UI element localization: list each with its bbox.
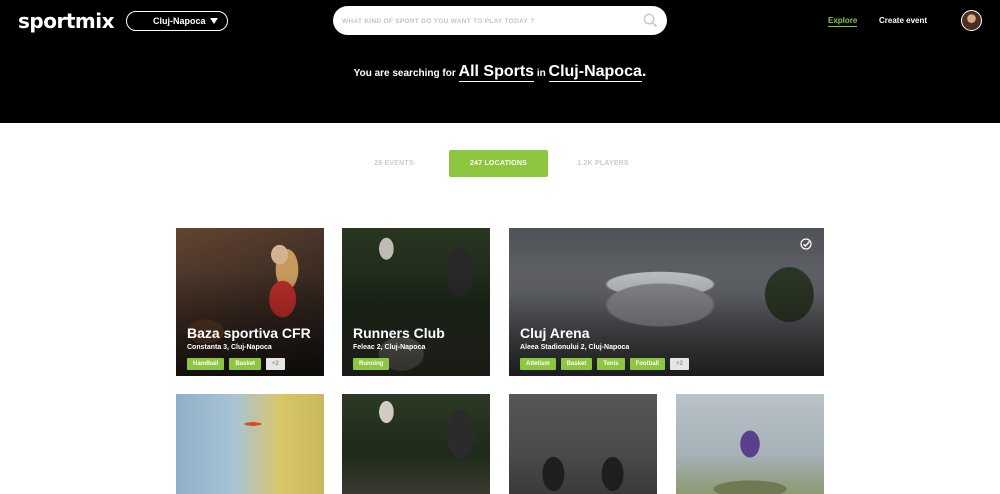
more-tags-badge[interactable]: +2 xyxy=(669,358,689,370)
card-photo xyxy=(342,394,490,494)
tab-locations[interactable]: 247 LOCATIONS xyxy=(449,150,548,177)
location-card[interactable]: Runners Club Feleac 2, Cluj-Napoca Runni… xyxy=(342,228,490,376)
card-photo xyxy=(176,394,324,494)
city-select-label: Cluj-Napoca xyxy=(153,16,206,26)
card-photo xyxy=(676,394,824,494)
sport-tag[interactable]: Tenis xyxy=(597,358,625,370)
check-circle-icon[interactable] xyxy=(800,238,812,250)
card-photo xyxy=(509,394,657,494)
card-address: Aleea Stadionului 2, Cluj-Napoca xyxy=(520,344,630,351)
location-card[interactable] xyxy=(676,394,824,494)
search-summary-in: in xyxy=(536,68,546,79)
sport-tag[interactable]: Handball xyxy=(187,358,225,370)
card-title: Runners Club xyxy=(353,325,445,341)
card-tags: Running xyxy=(353,358,390,370)
search-input[interactable] xyxy=(342,14,632,28)
tab-players[interactable]: 1.2K PLAYERS xyxy=(570,150,636,177)
card-title: Cluj Arena xyxy=(520,325,590,341)
location-card[interactable]: Cluj Arena Aleea Stadionului 2, Cluj-Nap… xyxy=(509,228,824,376)
card-tags: Handball Basket +2 xyxy=(187,358,285,370)
location-card[interactable]: Baza sportiva CFR Constanta 3, Cluj-Napo… xyxy=(176,228,324,376)
search-summary: You are searching for All Sports in Cluj… xyxy=(0,63,1000,82)
logo[interactable]: sportmix xyxy=(18,9,114,33)
card-overlay xyxy=(342,228,490,376)
card-overlay xyxy=(509,228,824,376)
avatar[interactable] xyxy=(961,10,982,31)
search-summary-prefix: You are searching for xyxy=(353,68,456,79)
sport-filter-link[interactable]: All Sports xyxy=(458,63,535,82)
sport-tag[interactable]: Basket xyxy=(229,358,262,370)
card-address: Feleac 2, Cluj-Napoca xyxy=(353,344,426,351)
nav-create-event[interactable]: Create event xyxy=(879,16,927,25)
card-address: Constanta 3, Cluj-Napoca xyxy=(187,344,272,351)
result-tabs: 26 EVENTS 247 LOCATIONS 1.2K PLAYERS xyxy=(0,150,1000,178)
search-summary-suffix: . xyxy=(641,63,647,80)
more-tags-badge[interactable]: +2 xyxy=(266,358,285,370)
card-tags: Atletism Basket Tenis Football +2 xyxy=(520,358,689,370)
card-overlay xyxy=(176,228,324,376)
city-filter-link[interactable]: Cluj-Napoca xyxy=(548,63,642,82)
sport-tag[interactable]: Running xyxy=(353,358,390,370)
tab-events[interactable]: 26 EVENTS xyxy=(362,150,426,177)
chevron-down-icon xyxy=(210,18,218,24)
top-bar: sportmix Cluj-Napoca Explore Create even… xyxy=(0,0,1000,123)
city-select[interactable]: Cluj-Napoca xyxy=(126,11,228,31)
sport-tag[interactable]: Basket xyxy=(560,358,593,370)
search-icon[interactable] xyxy=(643,13,658,28)
card-title: Baza sportiva CFR xyxy=(187,325,311,341)
search-box xyxy=(333,6,667,35)
location-card[interactable] xyxy=(509,394,657,494)
nav-explore[interactable]: Explore xyxy=(828,16,858,27)
sport-tag[interactable]: Atletism xyxy=(520,358,556,370)
location-card[interactable] xyxy=(176,394,324,494)
sport-tag[interactable]: Football xyxy=(629,358,665,370)
location-card[interactable] xyxy=(342,394,490,494)
